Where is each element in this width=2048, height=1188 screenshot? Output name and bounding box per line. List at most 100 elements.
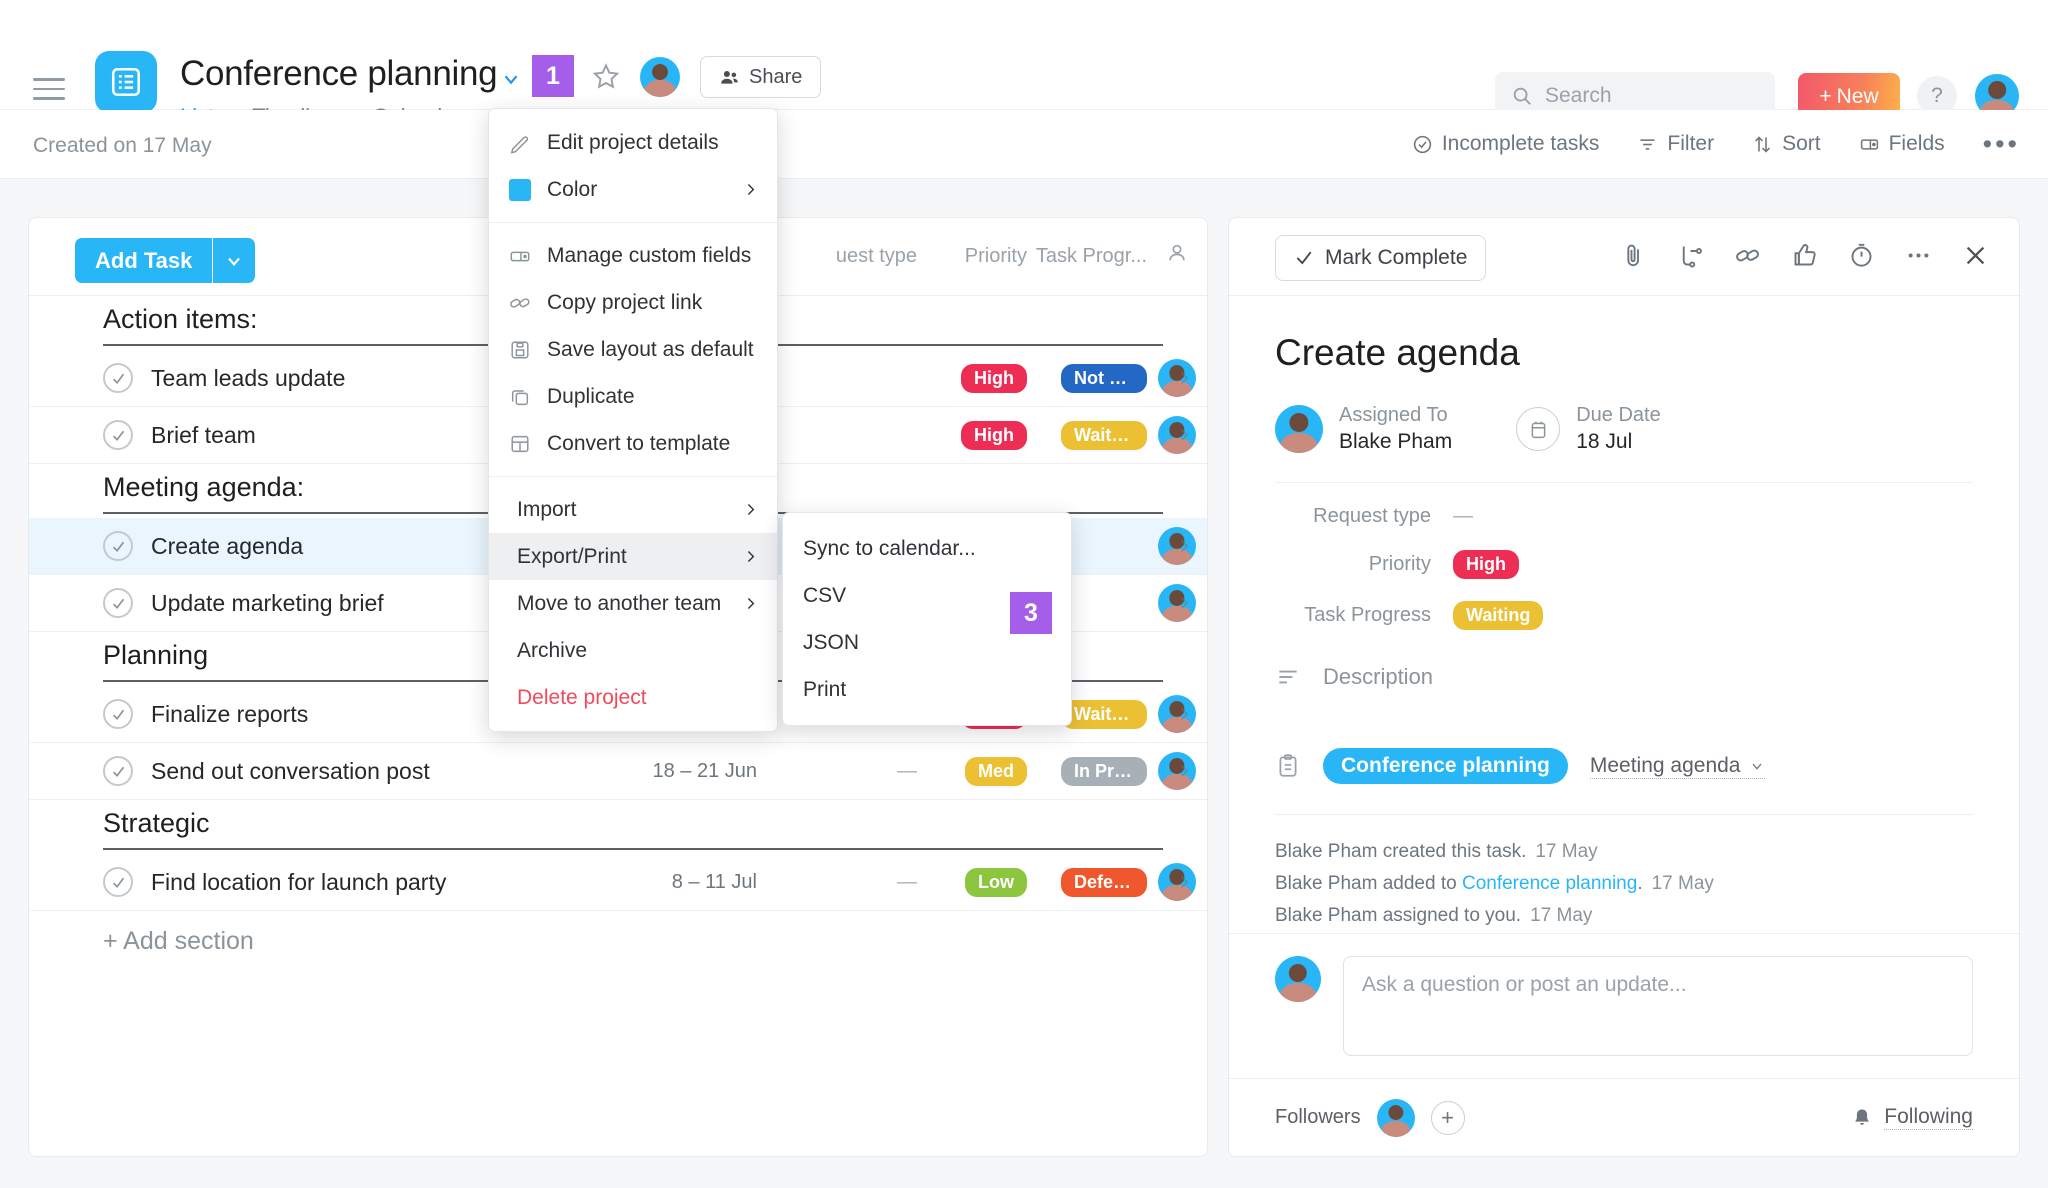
chevron-down-icon[interactable] <box>500 68 522 90</box>
description-label: Description <box>1323 664 1434 689</box>
custom-fields-icon <box>509 245 539 267</box>
task-progress-chip: Waiting <box>1453 601 1544 630</box>
like-icon[interactable] <box>1791 242 1818 269</box>
fields-button[interactable]: Fields <box>1859 132 1945 156</box>
close-icon[interactable] <box>1962 242 1989 269</box>
menu-item-duplicate[interactable]: Duplicate <box>489 373 777 420</box>
field-label: Task Progress <box>1304 604 1431 626</box>
submenu-item-sync-to-calendar[interactable]: Sync to calendar... <box>783 525 1071 572</box>
menu-item-label: Color <box>547 177 598 201</box>
subtask-icon[interactable] <box>1677 242 1704 269</box>
menu-item-import[interactable]: Import <box>489 486 777 533</box>
color-swatch-icon <box>509 178 531 201</box>
chevron-right-icon[interactable] <box>1175 873 1193 891</box>
table-row[interactable]: Send out conversation post 18 – 21 Jun — Me… <box>29 743 1207 800</box>
share-label: Share <box>749 65 803 88</box>
menu-item-label: Archive <box>517 638 588 662</box>
section-link[interactable]: Meeting agenda <box>1589 754 1766 779</box>
chevron-right-icon[interactable] <box>1175 537 1193 555</box>
activity-link[interactable]: Conference planning <box>1462 873 1637 894</box>
task-complete-checkbox[interactable] <box>103 588 133 618</box>
add-task-button[interactable]: Add Task <box>75 238 256 283</box>
incomplete-tasks-filter[interactable]: Incomplete tasks <box>1412 132 1599 156</box>
add-follower-button[interactable]: + <box>1430 1100 1465 1135</box>
menu-hamburger-icon[interactable] <box>33 78 65 100</box>
task-progress-chip: Waiting <box>1061 420 1147 450</box>
menu-item-label: Edit project details <box>547 130 719 154</box>
menu-item-color[interactable]: Color <box>489 166 777 213</box>
menu-item-convert-to-template[interactable]: Convert to template <box>489 420 777 467</box>
mark-complete-button[interactable]: Mark Complete <box>1275 235 1487 281</box>
clipboard-icon <box>1279 754 1297 777</box>
search-icon <box>1513 87 1531 105</box>
page-title: Conference planning <box>180 54 498 93</box>
menu-item-archive[interactable]: Archive <box>489 627 777 674</box>
person-icon <box>1169 244 1185 261</box>
task-complete-checkbox[interactable] <box>103 363 133 393</box>
assigned-to-label: Assigned To <box>1339 404 1448 426</box>
comment-area: Ask a question or post an update... <box>1229 933 2019 1078</box>
followers-label: Followers <box>1275 1106 1361 1128</box>
menu-item-copy-project-link[interactable]: Copy project link <box>489 279 777 326</box>
due-date-field[interactable]: Due Date 18 Jul <box>1516 404 1661 454</box>
menu-item-move-to-another-team[interactable]: Move to another team <box>489 580 777 627</box>
field-task-progress[interactable]: Task Progress Waiting <box>1275 601 1973 630</box>
top-bar: Conference planning 1 Share List Timelin… <box>0 0 2048 147</box>
chevron-right-icon[interactable] <box>1175 705 1193 723</box>
chevron-right-icon[interactable] <box>1175 426 1193 444</box>
task-name: Brief team <box>151 421 256 448</box>
menu-item-label: Copy project link <box>547 290 703 314</box>
task-complete-checkbox[interactable] <box>103 420 133 450</box>
submenu-item-label: Print <box>803 677 847 701</box>
menu-item-delete-project[interactable]: Delete project <box>489 674 777 721</box>
description-row[interactable]: Description <box>1275 664 1973 690</box>
menu-item-manage-custom-fields[interactable]: Manage custom fields <box>489 232 777 279</box>
add-section-row[interactable]: + Add section <box>29 911 1207 971</box>
follower-avatar[interactable] <box>1376 1098 1415 1137</box>
field-request-type[interactable]: Request type — <box>1275 505 1973 528</box>
submenu-item-print[interactable]: Print <box>783 666 1071 713</box>
bell-icon <box>1855 1108 1870 1125</box>
sort-button[interactable]: Sort <box>1752 132 1821 156</box>
avatar[interactable] <box>640 57 680 97</box>
timer-icon[interactable] <box>1848 242 1875 269</box>
more-options-icon[interactable]: ••• <box>1983 131 2020 158</box>
task-name: Finalize reports <box>151 700 309 727</box>
link-icon[interactable] <box>1734 242 1761 269</box>
filter-button[interactable]: Filter <box>1637 132 1714 156</box>
task-complete-checkbox[interactable] <box>103 756 133 786</box>
detail-toolbar: Mark Complete <box>1229 218 2019 296</box>
attachment-icon[interactable] <box>1620 242 1647 269</box>
chevron-down-icon <box>228 257 241 266</box>
share-button[interactable]: Share <box>700 56 822 98</box>
chevron-right-icon[interactable] <box>1175 762 1193 780</box>
sort-label: Sort <box>1782 132 1821 155</box>
comment-input[interactable]: Ask a question or post an update... <box>1343 956 1973 1056</box>
check-circle-icon <box>1413 135 1432 153</box>
project-options-menu: Edit project details Color Manage custom f… <box>488 108 778 732</box>
chevron-right-icon[interactable] <box>1175 594 1193 612</box>
chevron-right-icon <box>747 598 755 609</box>
field-label: Request type <box>1313 505 1431 527</box>
star-icon[interactable] <box>592 62 620 90</box>
chevron-right-icon <box>747 504 755 515</box>
chevron-right-icon[interactable] <box>1175 369 1193 387</box>
menu-item-save-layout-as-default[interactable]: Save layout as default <box>489 326 777 373</box>
column-header-priority: Priority <box>964 244 1027 267</box>
menu-divider <box>489 476 777 477</box>
sort-icon <box>1755 135 1771 153</box>
more-icon[interactable] <box>1905 242 1932 269</box>
menu-item-export-print[interactable]: Export/Print <box>489 533 777 580</box>
following-toggle[interactable]: Following <box>1851 1105 1973 1130</box>
task-complete-checkbox[interactable] <box>103 699 133 729</box>
assignee-field[interactable]: Assigned To Blake Pham <box>1275 404 1452 454</box>
section-header[interactable]: Strategic <box>29 800 1207 854</box>
field-priority[interactable]: Priority High <box>1275 550 1973 579</box>
table-row[interactable]: Find location for launch party 8 – 11 Jul… <box>29 854 1207 911</box>
section-title: Strategic <box>103 808 210 838</box>
task-complete-checkbox[interactable] <box>103 531 133 561</box>
menu-item-edit-project-details[interactable]: Edit project details <box>489 119 777 166</box>
task-complete-checkbox[interactable] <box>103 867 133 897</box>
project-chip[interactable]: Conference planning <box>1323 748 1568 784</box>
add-task-dropdown[interactable] <box>213 238 256 283</box>
